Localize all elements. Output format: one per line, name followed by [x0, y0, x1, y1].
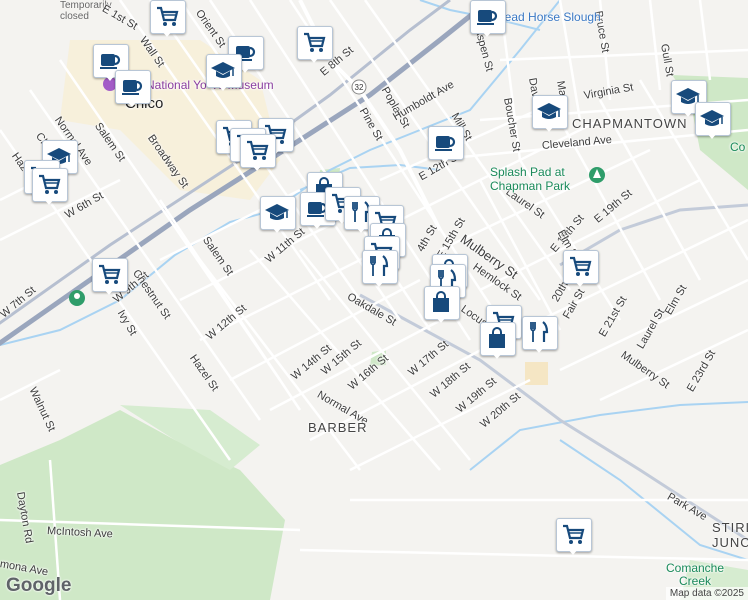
map-canvas[interactable]: 32: [0, 0, 748, 600]
route-number: 32: [355, 83, 364, 92]
cart-pin[interactable]: [240, 134, 276, 172]
school-icon: [537, 103, 561, 119]
bag-icon: [433, 291, 449, 312]
neighborhood-label: BARBER: [308, 420, 368, 435]
fork-icon: [530, 321, 549, 342]
cart-pin[interactable]: [92, 258, 128, 296]
fork-pin[interactable]: [522, 316, 558, 354]
cart-pin[interactable]: [297, 26, 333, 64]
water-label: Dead Horse Slough: [496, 10, 601, 24]
cart-icon: [99, 264, 121, 284]
cart-icon: [157, 6, 179, 26]
school-icon: [700, 110, 724, 126]
cart-pin[interactable]: [150, 0, 186, 38]
bag-pin[interactable]: [480, 322, 516, 360]
fork-icon: [370, 255, 389, 276]
neighborhood-label: STIRL: [712, 520, 748, 535]
coffee-pin[interactable]: [428, 126, 464, 164]
bag-pin[interactable]: [424, 286, 460, 324]
cart-pin[interactable]: [563, 250, 599, 288]
school-icon: [211, 62, 235, 78]
coffee-pin[interactable]: [470, 0, 506, 38]
fork-pin[interactable]: [362, 250, 398, 288]
school-icon: [265, 204, 289, 220]
place-label: Co: [730, 140, 746, 154]
coffee-icon: [122, 80, 143, 95]
school-pin[interactable]: [260, 196, 296, 234]
cart-icon: [247, 140, 269, 160]
coffee-icon: [477, 10, 498, 25]
neighborhood-label: CHAPMANTOWN: [572, 116, 688, 131]
creek: [469, 401, 748, 471]
google-logo: Google: [6, 575, 72, 596]
cart-icon: [304, 32, 326, 52]
school-pin[interactable]: [206, 54, 242, 92]
cart-icon: [563, 524, 585, 544]
neighborhood-label: JUNC: [712, 535, 748, 550]
cart-pin[interactable]: [556, 518, 592, 556]
cart-icon: [39, 174, 61, 194]
cart-icon: [570, 256, 592, 276]
cart-pin[interactable]: [32, 168, 68, 206]
school-pin[interactable]: [532, 95, 568, 133]
coffee-pin[interactable]: [115, 70, 151, 108]
school-pin[interactable]: [695, 102, 731, 140]
park-label: Splash Pad at Chapman Park: [490, 165, 571, 193]
coffee-icon: [435, 136, 456, 151]
bag-icon: [489, 327, 505, 348]
place-label: Comanche Creek: [665, 561, 725, 588]
map-attribution[interactable]: Map data ©2025: [665, 587, 748, 600]
